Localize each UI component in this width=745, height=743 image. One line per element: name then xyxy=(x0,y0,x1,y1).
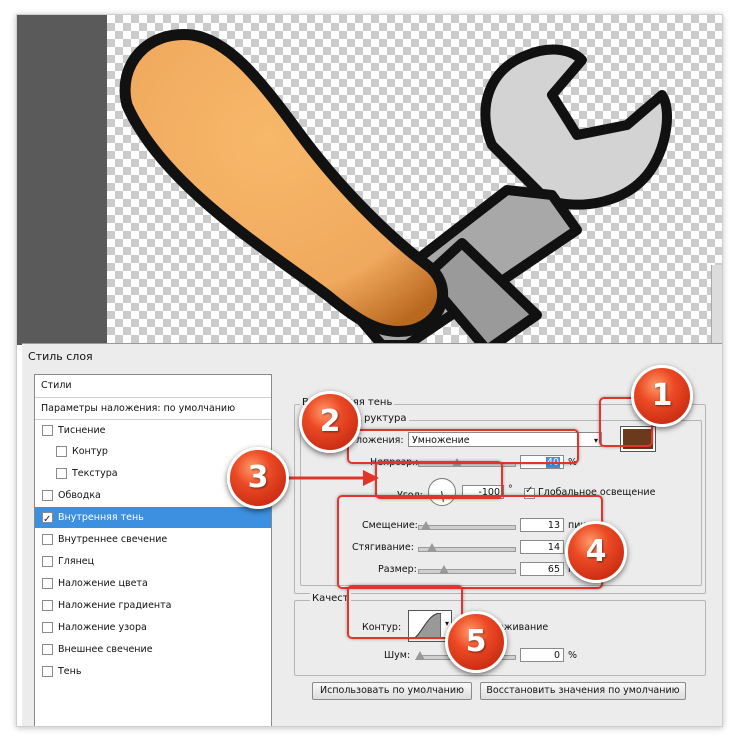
style-item-satin[interactable]: Глянец xyxy=(35,551,271,572)
callout-box-offsets xyxy=(337,495,603,589)
list-item-label: Контур xyxy=(72,446,108,457)
angle-unit: ° xyxy=(508,484,513,495)
blending-options-item[interactable]: Параметры наложения: по умолчанию xyxy=(35,397,271,419)
style-item-gradient-overlay[interactable]: Наложение градиента xyxy=(35,595,271,616)
style-checkbox[interactable] xyxy=(42,666,53,677)
callout-box-contour xyxy=(347,585,463,639)
style-checkbox[interactable] xyxy=(42,578,53,589)
style-checkbox[interactable] xyxy=(42,556,53,567)
style-item-inner-shadow[interactable]: Внутренняя тень xyxy=(35,507,271,530)
list-item-label: Наложение цвета xyxy=(58,578,148,589)
dialog-title: Стиль слоя xyxy=(28,350,93,363)
list-item-label: Наложение градиента xyxy=(58,600,172,611)
chevron-down-icon: ▾ xyxy=(593,436,598,445)
screwdriver-wrench-artwork xyxy=(119,29,672,345)
list-item-label: Наложение узора xyxy=(58,622,147,633)
use-default-button[interactable]: Использовать по умолчанию xyxy=(312,682,472,700)
screenshot-frame: Стиль слоя Стили Параметры наложения: по… xyxy=(16,14,723,727)
style-checkbox[interactable] xyxy=(42,425,53,436)
style-item-inner-glow[interactable]: Внутреннее свечение xyxy=(35,529,271,550)
noise-input[interactable]: 0 xyxy=(520,648,564,662)
style-checkbox[interactable] xyxy=(42,600,53,611)
side-panel-edge xyxy=(711,265,722,345)
style-checkbox[interactable] xyxy=(56,446,67,457)
style-checkbox[interactable] xyxy=(42,644,53,655)
document-canvas xyxy=(17,15,722,345)
style-item-pattern-overlay[interactable]: Наложение узора xyxy=(35,617,271,638)
style-item-outer-glow[interactable]: Внешнее свечение xyxy=(35,639,271,660)
list-item-label: Параметры наложения: по умолчанию xyxy=(41,403,236,414)
callout-badge-4: 4 xyxy=(565,521,627,583)
list-item-label: Тень xyxy=(58,666,82,677)
style-checkbox[interactable] xyxy=(42,534,53,545)
list-item-label: Обводка xyxy=(58,490,101,501)
list-item-label: Глянец xyxy=(58,556,95,567)
noise-unit: % xyxy=(568,650,578,661)
style-item-bevel[interactable]: Тиснение xyxy=(35,419,271,441)
list-item-label: Стили xyxy=(41,380,72,391)
style-checkbox[interactable] xyxy=(56,468,67,479)
canvas-pasteboard xyxy=(17,15,107,345)
callout-box-opacity xyxy=(347,429,579,464)
style-item-drop-shadow[interactable]: Тень xyxy=(35,661,271,682)
reset-default-button[interactable]: Восстановить значения по умолчанию xyxy=(480,682,686,700)
callout-badge-2: 2 xyxy=(299,391,361,453)
callout-badge-1: 1 xyxy=(631,365,693,427)
list-item-label: Внутренняя тень xyxy=(58,512,144,523)
styles-header-item[interactable]: Стили xyxy=(35,375,271,396)
structure-label: руктура xyxy=(362,413,409,424)
noise-label: Шум: xyxy=(384,650,411,661)
list-item-label: Текстура xyxy=(72,468,118,479)
styles-list: Стили Параметры наложения: по умолчанию … xyxy=(34,374,272,726)
style-item-color-overlay[interactable]: Наложение цвета xyxy=(35,573,271,594)
list-item-label: Внешнее свечение xyxy=(58,644,153,655)
noise-slider-thumb[interactable] xyxy=(415,651,425,660)
style-checkbox[interactable] xyxy=(42,622,53,633)
list-item-label: Внутреннее свечение xyxy=(58,534,168,545)
quality-label: Качест xyxy=(310,593,351,604)
style-checkbox[interactable] xyxy=(42,490,53,501)
callout-badge-5: 5 xyxy=(445,611,507,673)
list-item-label: Тиснение xyxy=(58,425,106,436)
style-checkbox-checked[interactable] xyxy=(42,509,53,530)
callout-arrow xyxy=(289,470,379,486)
callout-badge-3: 3 xyxy=(227,447,289,509)
callout-box-angle xyxy=(375,461,503,499)
